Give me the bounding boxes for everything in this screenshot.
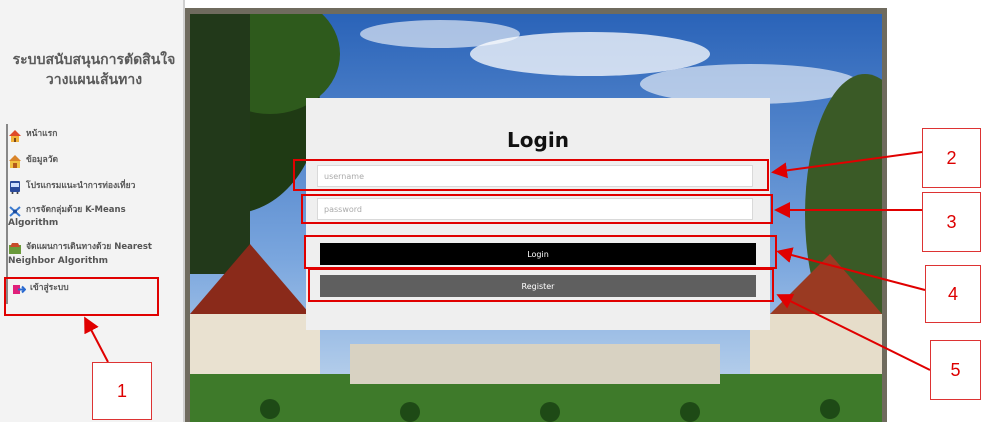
callout-3: 3 bbox=[922, 192, 981, 252]
callout-4: 4 bbox=[925, 265, 981, 323]
annotation-arrows bbox=[84, 151, 931, 371]
callout-5: 5 bbox=[930, 340, 981, 400]
callout-2: 2 bbox=[922, 128, 981, 188]
callout-1: 1 bbox=[92, 362, 152, 420]
